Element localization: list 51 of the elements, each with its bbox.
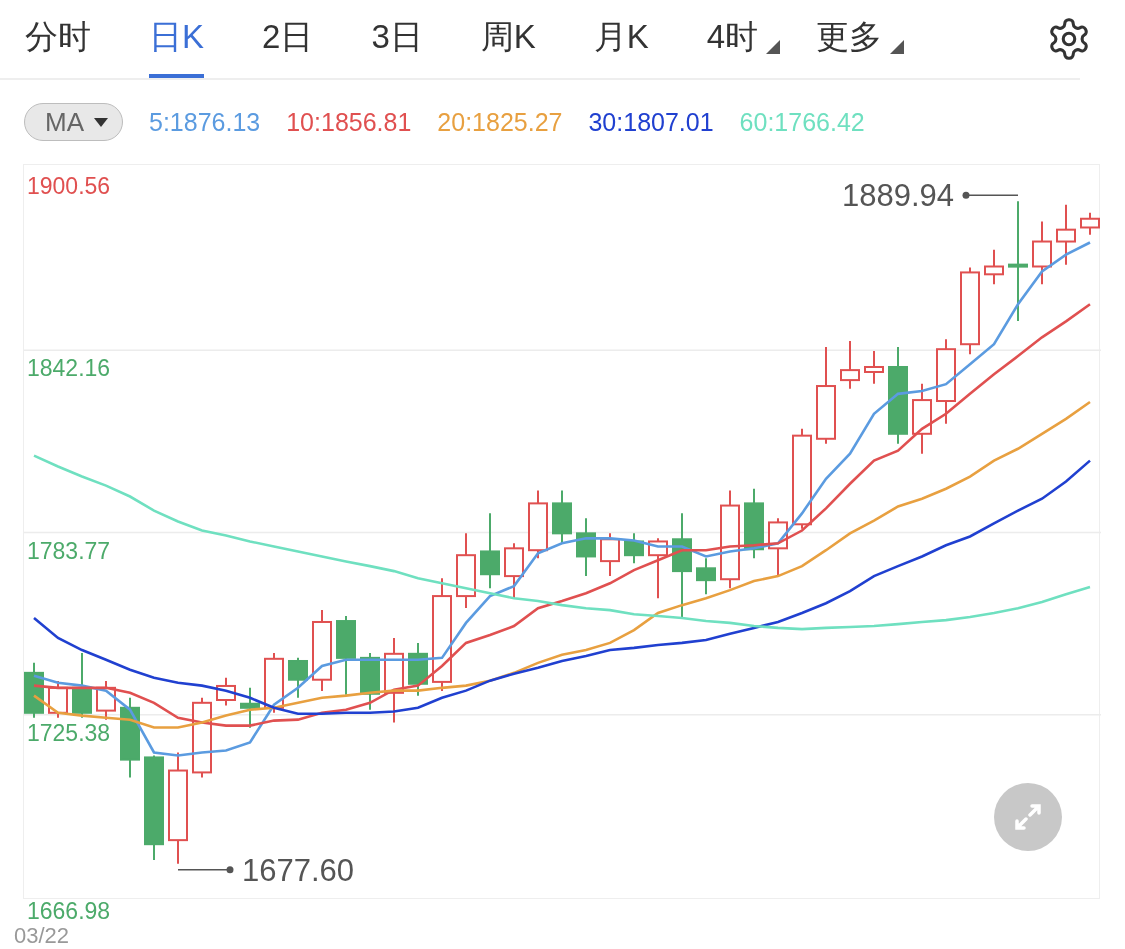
tab[interactable]: 3日: [371, 0, 423, 78]
axis-tick-label: 1666.98: [27, 898, 111, 924]
candlestick: [216, 676, 236, 707]
leader-line: [177, 866, 234, 874]
candlestick: [864, 350, 884, 385]
indicator-dropdown[interactable]: MA: [24, 103, 123, 141]
candlestick: [96, 679, 116, 721]
tab[interactable]: 2日: [262, 0, 314, 78]
axis-tick-label: 1783.77: [27, 537, 111, 564]
candlestick: [408, 641, 428, 697]
tab[interactable]: 日K: [149, 0, 204, 78]
tab[interactable]: 周K: [480, 0, 536, 78]
axis-tick-label: 1725.38: [27, 719, 111, 746]
caret-icon: [94, 117, 108, 127]
tab[interactable]: 月K: [593, 0, 649, 78]
candlestick: [24, 661, 44, 719]
candlestick: [1056, 203, 1076, 266]
candlestick: [576, 517, 596, 578]
price-label: 1677.60: [242, 852, 355, 888]
axis-tick-label: 1900.56: [27, 173, 111, 199]
candlestick: [504, 542, 524, 600]
candlestick: [48, 679, 68, 719]
candlestick: [528, 489, 548, 560]
candlestick: [624, 532, 644, 565]
candlestick: [360, 651, 380, 711]
candlestick: [1080, 211, 1100, 236]
candlestick: [984, 248, 1004, 286]
axis-tick-label: 1842.16: [27, 355, 111, 382]
candlestick: [600, 532, 620, 578]
candlestick: [72, 651, 92, 719]
candlestick: [648, 537, 668, 600]
tab[interactable]: 更多: [816, 0, 883, 78]
candlestick: [552, 489, 572, 545]
date-label: 03/22: [14, 923, 70, 949]
candlestick: [768, 517, 788, 578]
leader-line: [962, 191, 1019, 199]
moving-average-value: 5:1876.13: [149, 107, 261, 137]
moving-average-value: 10:1856.81: [286, 107, 412, 137]
candlestick: [840, 340, 860, 390]
candlestick: [288, 656, 308, 699]
price-label: 1889.94: [841, 178, 954, 214]
tab[interactable]: 4时: [706, 0, 759, 78]
candlestick: [264, 651, 284, 714]
moving-average-value: 60:1766.42: [739, 107, 865, 137]
moving-average-value: 30:1807.01: [588, 107, 714, 137]
moving-average-value: 20:1825.27: [437, 107, 563, 137]
tab[interactable]: 分时: [25, 0, 91, 78]
candlestick: [696, 557, 716, 596]
candlestick: [1032, 220, 1052, 286]
candlestick: [240, 686, 260, 729]
expand-icon: [1012, 801, 1044, 833]
